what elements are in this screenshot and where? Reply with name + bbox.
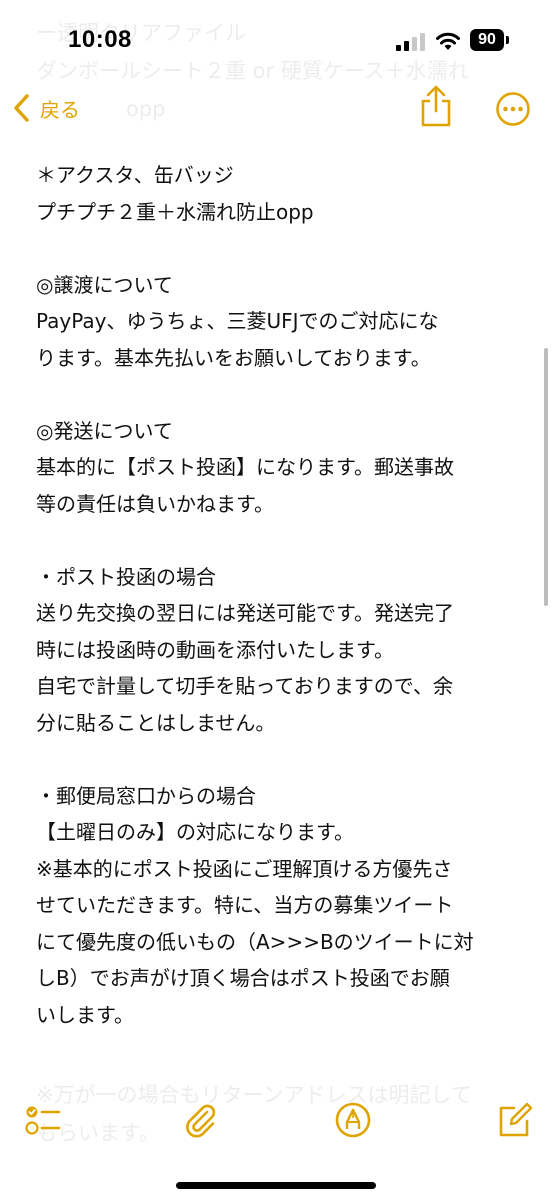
status-bar: 10:08 90 [0, 0, 554, 78]
navigation-bar: 戻る [0, 78, 554, 138]
back-button-label: 戻る [40, 97, 80, 122]
vertical-scrollbar[interactable] [544, 348, 548, 606]
attachment-button[interactable] [180, 1100, 220, 1140]
note-line: ります。基本先払いをお願いしております。 [36, 345, 431, 370]
chevron-left-icon [14, 94, 29, 122]
home-indicator [176, 1182, 376, 1189]
note-line: ◎譲渡について [36, 272, 173, 297]
note-line: 自宅で計量して切手を貼っておりますので、余 [36, 674, 453, 698]
wifi-icon [436, 32, 460, 50]
cellular-signal-icon [396, 33, 425, 51]
checklist-button[interactable] [22, 1100, 62, 1140]
more-ellipsis-icon[interactable] [495, 91, 531, 127]
note-line: せていただきます。特に、当方の募集ツイート [36, 893, 454, 917]
note-line: 分に貼ることはしません。 [36, 710, 276, 735]
compose-button[interactable] [494, 1100, 534, 1140]
note-line: ・ポスト投函の場合 [36, 564, 216, 589]
note-line: ・郵便局窓口からの場合 [36, 783, 256, 808]
bottom-toolbar [0, 1090, 554, 1160]
note-text-area[interactable]: ＊アクスタ、缶バッジプチプチ２重＋水濡れ防止opp ◎譲渡について PayPay、ゆ… [36, 157, 526, 1033]
note-line: PayPay、ゆうちょ、三菱UFJでのご対応にな [36, 309, 439, 333]
battery-nub [506, 36, 509, 44]
note-line: 等の責任は負いかねます。 [36, 491, 274, 516]
paperclip-icon [186, 1104, 216, 1138]
compose-icon [499, 1102, 533, 1137]
note-line: ＊アクスタ、缶バッジ [36, 163, 234, 187]
note-line: 時には投函時の動画を添付いたします。 [36, 637, 394, 662]
note-line: しB）でお声がけ頂く場合はポスト投函でお願 [36, 966, 450, 990]
note-line: ※基本的にポスト投函にご理解頂ける方優先さ [36, 856, 453, 881]
markup-button[interactable] [333, 1100, 373, 1140]
checklist-icon [25, 1106, 61, 1135]
note-line: にて優先度の低いもの（A>>>Bのツイートに対 [36, 929, 474, 954]
markup-pen-icon [335, 1102, 371, 1138]
note-line: プチプチ２重＋水濡れ防止opp [36, 199, 314, 224]
note-line: ◎発送について [36, 418, 173, 443]
note-line: 【土曜日のみ】の対応になります。 [36, 820, 354, 844]
note-line: いします。 [36, 1002, 134, 1027]
battery-indicator: 90 [470, 29, 504, 51]
share-icon[interactable] [418, 84, 454, 128]
note-line: 送り先交換の翌日には発送可能です。発送完了 [36, 601, 454, 625]
status-time: 10:08 [68, 26, 132, 53]
back-button[interactable]: 戻る [12, 90, 80, 126]
note-line: 基本的に【ポスト投函】になります。郵送事故 [36, 455, 454, 479]
